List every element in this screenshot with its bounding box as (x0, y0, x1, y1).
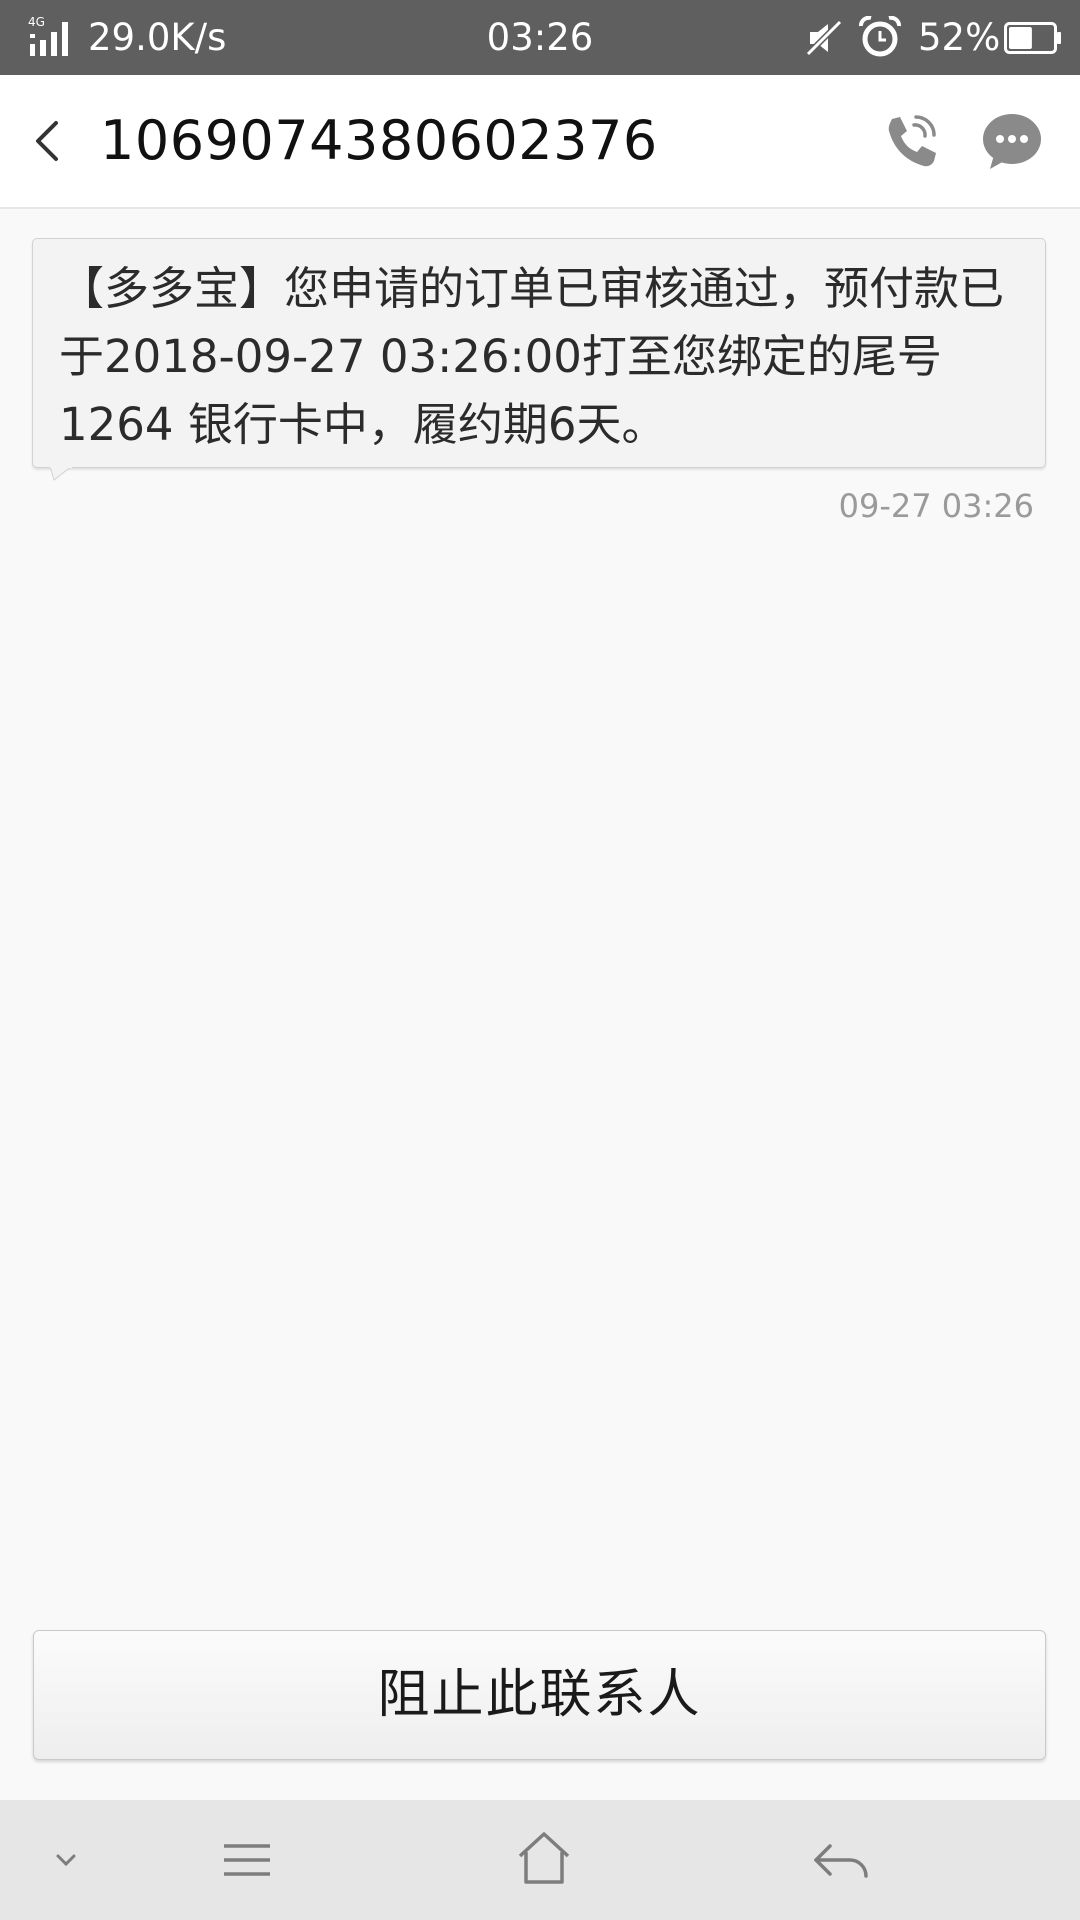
battery-icon (1004, 22, 1061, 54)
message-icon[interactable] (980, 111, 1044, 173)
conversation-header: 1069074380602376 (0, 75, 1080, 209)
message-bubble[interactable]: 【多多宝】您申请的订单已审核通过，预付款已于2018-09-27 03:26:0… (32, 238, 1046, 468)
message-timestamp: 09-27 03:26 (838, 487, 1034, 525)
home-icon[interactable] (514, 1828, 574, 1892)
phone-call-icon[interactable] (878, 111, 940, 173)
block-contact-button[interactable]: 阻止此联系人 (33, 1630, 1046, 1760)
alarm-icon (859, 16, 901, 57)
back-icon[interactable] (810, 1828, 872, 1892)
chevron-down-icon[interactable] (44, 1828, 88, 1892)
mute-icon (805, 19, 843, 57)
menu-icon[interactable] (220, 1828, 276, 1892)
back-arrow-icon[interactable] (22, 113, 78, 169)
message-text: 【多多宝】您申请的订单已审核通过，预付款已于2018-09-27 03:26:0… (59, 262, 1005, 451)
status-bar: 4G 29.0K/s 03:26 52% (0, 0, 1080, 75)
contact-number: 1069074380602376 (100, 109, 658, 172)
battery-percent: 52% (918, 16, 1001, 59)
navigation-bar (0, 1800, 1080, 1920)
bubble-tail (50, 466, 72, 481)
